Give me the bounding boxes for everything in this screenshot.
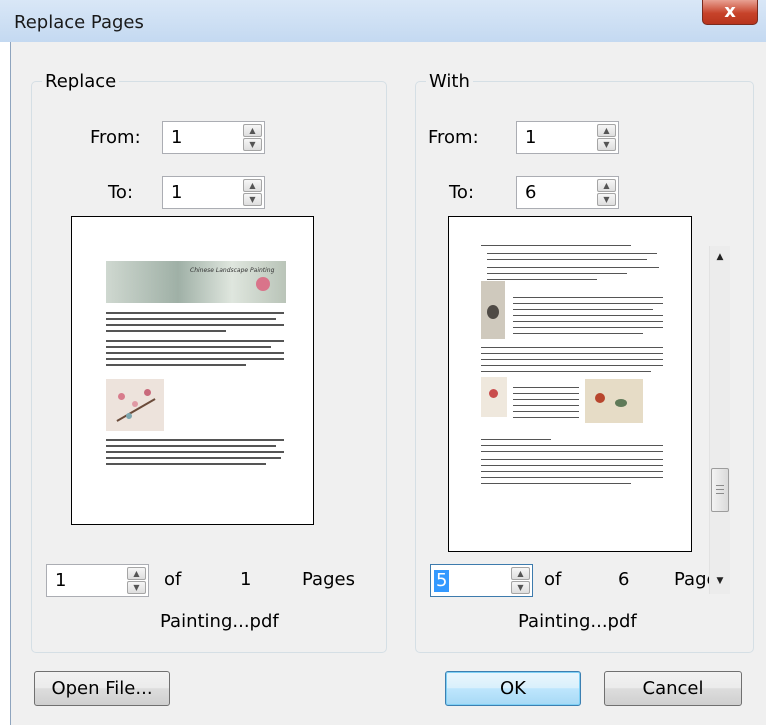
- replace-to-label: To:: [108, 182, 134, 203]
- replace-page-spinner[interactable]: 1 ▲ ▼: [46, 564, 149, 597]
- with-from-label: From:: [428, 127, 479, 148]
- replace-from-value[interactable]: 1: [171, 127, 182, 149]
- window-title: Replace Pages: [14, 12, 144, 33]
- preview-banner-title: Chinese Landscape Painting: [190, 267, 275, 274]
- spin-down-icon[interactable]: ▼: [243, 138, 262, 151]
- with-preview-scrollbar[interactable]: ▲ ▼: [709, 246, 730, 594]
- replace-to-value[interactable]: 1: [171, 182, 182, 204]
- replace-from-spinner[interactable]: 1 ▲ ▼: [162, 121, 265, 154]
- with-to-value[interactable]: 6: [525, 182, 536, 204]
- spin-down-icon[interactable]: ▼: [243, 193, 262, 206]
- replace-to-spinner[interactable]: 1 ▲ ▼: [162, 176, 265, 209]
- preview-banner-image: Chinese Landscape Painting: [106, 261, 286, 303]
- spin-up-icon[interactable]: ▲: [597, 179, 616, 192]
- spin-up-icon[interactable]: ▲: [243, 179, 262, 192]
- with-to-spinner[interactable]: 6 ▲ ▼: [516, 176, 619, 209]
- replace-of-label: of: [164, 569, 182, 590]
- preview-lotus-image: [256, 277, 270, 291]
- spin-down-icon[interactable]: ▼: [597, 138, 616, 151]
- spin-up-icon[interactable]: ▲: [511, 567, 530, 580]
- replace-page-value[interactable]: 1: [55, 570, 66, 592]
- with-from-spinner[interactable]: 1 ▲ ▼: [516, 121, 619, 154]
- title-bar: Replace Pages x: [0, 0, 766, 42]
- ok-button[interactable]: OK: [445, 671, 581, 706]
- dialog-body: Replace From: 1 ▲ ▼ To: 1 ▲ ▼ Chinese La…: [10, 42, 766, 725]
- with-group: With From: 1 ▲ ▼ To: 6 ▲ ▼ 5 ▲ ▼ of 6 Pa…: [415, 71, 754, 653]
- replace-file-name: Painting...pdf: [160, 611, 279, 632]
- cancel-button[interactable]: Cancel: [604, 671, 742, 706]
- preview-blossom-image: [106, 379, 164, 431]
- with-page-value[interactable]: 5: [434, 570, 450, 592]
- with-of-label: of: [544, 569, 562, 590]
- spin-up-icon[interactable]: ▲: [243, 124, 262, 137]
- scroll-down-icon[interactable]: ▼: [710, 572, 730, 590]
- spin-up-icon[interactable]: ▲: [597, 124, 616, 137]
- scroll-up-icon[interactable]: ▲: [710, 248, 730, 266]
- replace-group-label: Replace: [42, 71, 120, 93]
- with-page-spinner[interactable]: 5 ▲ ▼: [430, 564, 533, 597]
- replace-page-preview: Chinese Landscape Painting: [71, 216, 314, 525]
- with-total-pages: 6: [618, 569, 630, 590]
- spin-up-icon[interactable]: ▲: [127, 567, 146, 580]
- with-page-preview: [448, 216, 692, 552]
- replace-total-pages: 1: [240, 569, 252, 590]
- spin-down-icon[interactable]: ▼: [127, 581, 146, 594]
- scroll-thumb[interactable]: [711, 468, 729, 512]
- preview-flower-image: [481, 377, 507, 417]
- open-file-button[interactable]: Open File...: [34, 671, 170, 706]
- replace-group: Replace From: 1 ▲ ▼ To: 1 ▲ ▼ Chinese La…: [31, 71, 387, 653]
- with-from-value[interactable]: 1: [525, 127, 536, 149]
- close-button[interactable]: x: [702, 0, 758, 25]
- spin-down-icon[interactable]: ▼: [511, 581, 530, 594]
- replace-pages-label: Pages: [302, 569, 355, 590]
- replace-from-label: From:: [90, 127, 141, 148]
- preview-birds-image: [585, 379, 643, 423]
- spin-down-icon[interactable]: ▼: [597, 193, 616, 206]
- close-icon: x: [724, 1, 736, 22]
- with-file-name: Painting...pdf: [518, 611, 637, 632]
- with-group-label: With: [426, 71, 473, 93]
- with-to-label: To:: [449, 182, 475, 203]
- preview-bird-image: [481, 281, 505, 339]
